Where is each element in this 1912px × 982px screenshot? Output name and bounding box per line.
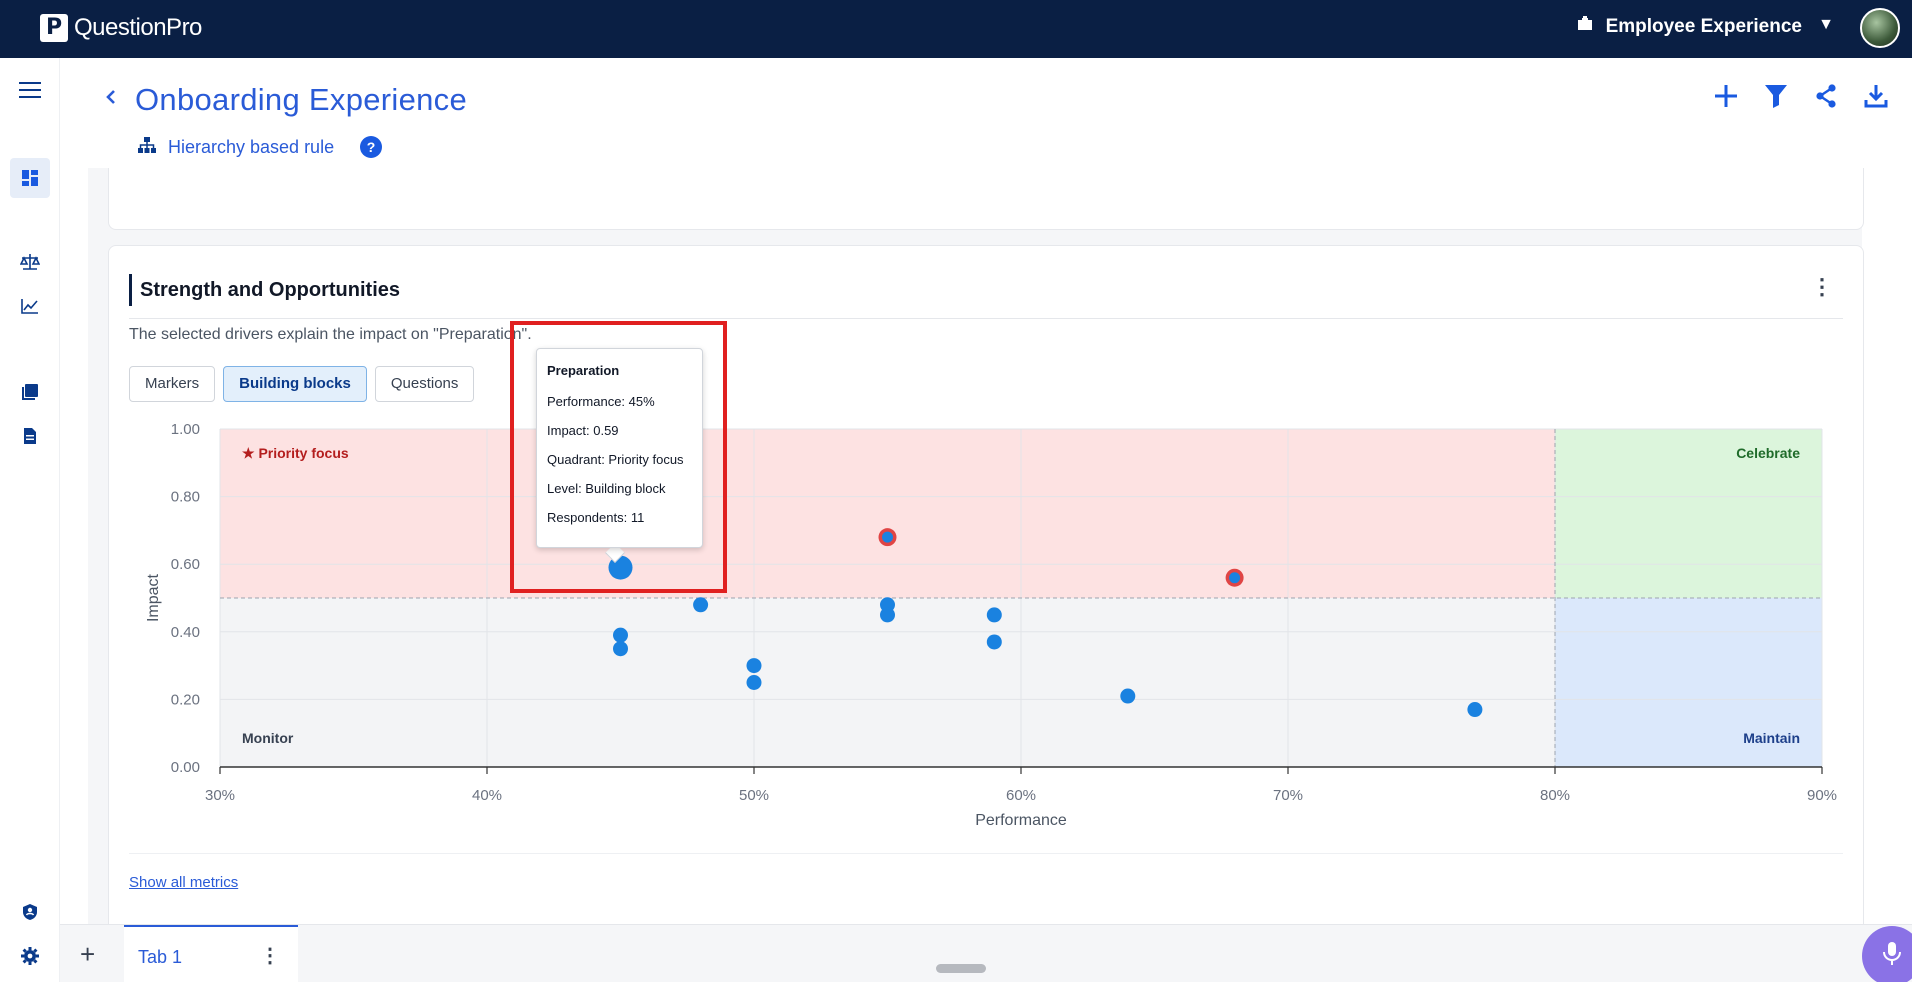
tooltip-respondents: Respondents: 11 [547,510,645,525]
top-bar: P QuestionPro Employee Experience ▼ [0,0,1912,58]
add-tab-button[interactable]: + [80,939,95,970]
drag-handle[interactable] [936,964,986,973]
tab-1[interactable]: Tab 1 ⋮ [124,925,298,982]
tab-label: Tab 1 [138,947,183,967]
tooltip-level: Level: Building block [547,481,666,496]
chart-tooltip: Preparation Performance: 45% Impact: 0.5… [536,348,703,548]
left-rail [0,58,60,982]
add-plus-icon[interactable] [1710,80,1742,112]
product-name: Employee Experience [1605,16,1802,37]
product-icon [1576,16,1594,38]
hamburger-menu-icon[interactable] [16,76,44,104]
microphone-icon [1882,941,1902,972]
tooltip-performance: Performance: 45% [547,394,655,409]
show-all-metrics-link[interactable]: Show all metrics [129,874,238,891]
bottom-tab-bar: + Tab 1 ⋮ [60,924,1912,982]
tooltip-quadrant: Quadrant: Priority focus [547,452,684,467]
header-actions [1710,80,1892,112]
hierarchy-rule[interactable]: Hierarchy based rule ? [138,136,383,158]
share-icon[interactable] [1810,80,1842,112]
filter-icon[interactable] [1760,80,1792,112]
page-title: Onboarding Experience [135,82,468,117]
back-chevron-icon[interactable] [104,86,118,114]
tooltip-impact: Impact: 0.59 [547,423,619,438]
tooltip-title: Preparation [547,363,620,378]
settings-gear-icon[interactable] [16,942,44,970]
product-switcher[interactable]: Employee Experience [1576,16,1802,38]
previous-card [108,168,1864,230]
download-icon[interactable] [1860,80,1892,112]
hierarchy-rule-label: Hierarchy based rule [168,136,335,157]
brand-logo-mark: P [40,14,68,42]
card-more-icon[interactable]: ⋮ [1811,274,1833,300]
page-header: Onboarding Experience Hierarchy based ru… [60,58,1912,168]
hierarchy-icon [138,136,156,158]
user-avatar[interactable] [1860,8,1900,48]
microphone-button[interactable] [1862,926,1912,982]
document-icon[interactable] [16,422,44,450]
help-icon[interactable]: ? [360,136,383,158]
driver-level-tabs: Markers Building blocks Questions [129,366,475,402]
divider [129,318,1843,319]
tab-questions[interactable]: Questions [374,366,475,402]
card-title: Strength and Opportunities [129,274,400,306]
tab-more-icon[interactable]: ⋮ [260,943,280,968]
divider [129,853,1843,854]
strength-opportunities-card: Strength and Opportunities ⋮ The selecte… [108,245,1864,935]
brand-logo[interactable]: P QuestionPro [40,14,202,42]
balance-scale-icon[interactable] [16,248,44,276]
card-description: The selected drivers explain the impact … [129,326,532,343]
brand-name: QuestionPro [74,14,202,41]
caret-down-icon[interactable]: ▼ [1818,16,1834,34]
trend-chart-icon[interactable] [16,292,44,320]
tab-building-blocks[interactable]: Building blocks [223,366,367,402]
dashboard-icon[interactable] [10,158,50,198]
pdf-library-icon[interactable] [16,378,44,406]
shield-user-icon[interactable] [16,898,44,926]
tab-markers[interactable]: Markers [129,366,216,402]
